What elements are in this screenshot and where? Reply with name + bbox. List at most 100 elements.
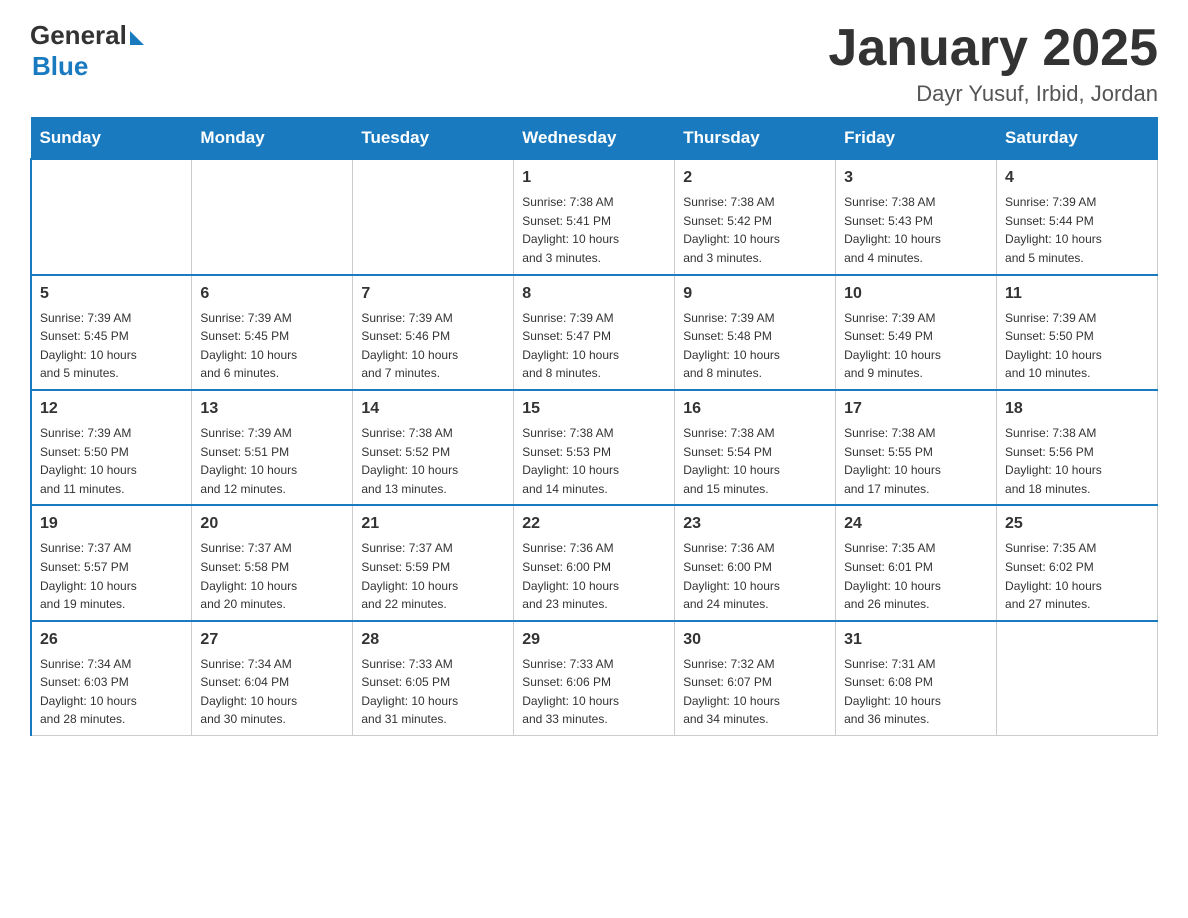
day-number: 31 [844, 628, 988, 652]
day-number: 7 [361, 282, 505, 306]
day-number: 6 [200, 282, 344, 306]
calendar-cell: 31 Sunrise: 7:31 AMSunset: 6:08 PMDayligh… [836, 621, 997, 736]
calendar-cell: 4Sunrise: 7:39 AMSunset: 5:44 PMDaylight… [997, 159, 1158, 274]
day-info: Sunrise: 7:32 AMSunset: 6:07 PMDaylight:… [683, 655, 827, 729]
day-number: 17 [844, 397, 988, 421]
day-number: 25 [1005, 512, 1149, 536]
day-number: 13 [200, 397, 344, 421]
calendar-cell: 16 Sunrise: 7:38 AMSunset: 5:54 PMDayligh… [675, 390, 836, 505]
day-number: 18 [1005, 397, 1149, 421]
day-info: Sunrise: 7:39 AMSunset: 5:50 PMDaylight:… [1005, 309, 1149, 383]
logo-general-text: General [30, 20, 127, 51]
day-number: 1 [522, 166, 666, 190]
calendar-cell: 28 Sunrise: 7:33 AMSunset: 6:05 PMDayligh… [353, 621, 514, 736]
calendar-cell: 9Sunrise: 7:39 AMSunset: 5:48 PMDaylight… [675, 275, 836, 390]
calendar-header-monday: Monday [192, 118, 353, 160]
calendar-cell: 1 Sunrise: 7:38 AMSunset: 5:41 PMDaylight… [514, 159, 675, 274]
calendar-cell: 6Sunrise: 7:39 AMSunset: 5:45 PMDaylight… [192, 275, 353, 390]
calendar-cell [31, 159, 192, 274]
calendar-cell: 17 Sunrise: 7:38 AMSunset: 5:55 PMDayligh… [836, 390, 997, 505]
day-number: 28 [361, 628, 505, 652]
day-info: Sunrise: 7:39 AMSunset: 5:44 PMDaylight:… [1005, 193, 1149, 267]
calendar-cell: 22 Sunrise: 7:36 AMSunset: 6:00 PMDayligh… [514, 505, 675, 620]
logo-blue-text: Blue [32, 51, 88, 82]
day-info: Sunrise: 7:38 AMSunset: 5:53 PMDaylight:… [522, 424, 666, 498]
calendar-cell: 18Sunrise: 7:38 AMSunset: 5:56 PMDayligh… [997, 390, 1158, 505]
day-number: 10 [844, 282, 988, 306]
day-info: Sunrise: 7:37 AMSunset: 5:58 PMDaylight:… [200, 539, 344, 613]
day-number: 22 [522, 512, 666, 536]
calendar-header-tuesday: Tuesday [353, 118, 514, 160]
day-info: Sunrise: 7:35 AMSunset: 6:01 PMDaylight:… [844, 539, 988, 613]
day-number: 27 [200, 628, 344, 652]
calendar-cell: 25 Sunrise: 7:35 AMSunset: 6:02 PMDayligh… [997, 505, 1158, 620]
logo: General Blue [30, 20, 144, 82]
title-block: January 2025 Dayr Yusuf, Irbid, Jordan [828, 20, 1158, 107]
calendar-cell [353, 159, 514, 274]
calendar-table: SundayMondayTuesdayWednesdayThursdayFrid… [30, 117, 1158, 736]
calendar-title: January 2025 [828, 20, 1158, 77]
calendar-cell: 20 Sunrise: 7:37 AMSunset: 5:58 PMDayligh… [192, 505, 353, 620]
day-number: 29 [522, 628, 666, 652]
calendar-cell: 12 Sunrise: 7:39 AMSunset: 5:50 PMDayligh… [31, 390, 192, 505]
calendar-header-row: SundayMondayTuesdayWednesdayThursdayFrid… [31, 118, 1158, 160]
day-number: 21 [361, 512, 505, 536]
calendar-week-row: 12 Sunrise: 7:39 AMSunset: 5:50 PMDayligh… [31, 390, 1158, 505]
day-info: Sunrise: 7:38 AMSunset: 5:41 PMDaylight:… [522, 193, 666, 267]
calendar-cell: 14 Sunrise: 7:38 AMSunset: 5:52 PMDayligh… [353, 390, 514, 505]
calendar-cell: 15 Sunrise: 7:38 AMSunset: 5:53 PMDayligh… [514, 390, 675, 505]
calendar-subtitle: Dayr Yusuf, Irbid, Jordan [828, 81, 1158, 107]
calendar-cell: 3Sunrise: 7:38 AMSunset: 5:43 PMDaylight… [836, 159, 997, 274]
day-info: Sunrise: 7:31 AMSunset: 6:08 PMDaylight:… [844, 655, 988, 729]
day-info: Sunrise: 7:34 AMSunset: 6:03 PMDaylight:… [40, 655, 183, 729]
day-number: 19 [40, 512, 183, 536]
day-info: Sunrise: 7:39 AMSunset: 5:46 PMDaylight:… [361, 309, 505, 383]
calendar-week-row: 26 Sunrise: 7:34 AMSunset: 6:03 PMDayligh… [31, 621, 1158, 736]
day-number: 26 [40, 628, 183, 652]
day-info: Sunrise: 7:34 AMSunset: 6:04 PMDaylight:… [200, 655, 344, 729]
day-info: Sunrise: 7:39 AMSunset: 5:47 PMDaylight:… [522, 309, 666, 383]
calendar-cell: 13Sunrise: 7:39 AMSunset: 5:51 PMDayligh… [192, 390, 353, 505]
calendar-cell: 7 Sunrise: 7:39 AMSunset: 5:46 PMDaylight… [353, 275, 514, 390]
day-number: 11 [1005, 282, 1149, 306]
calendar-cell: 26 Sunrise: 7:34 AMSunset: 6:03 PMDayligh… [31, 621, 192, 736]
calendar-cell: 5 Sunrise: 7:39 AMSunset: 5:45 PMDaylight… [31, 275, 192, 390]
day-info: Sunrise: 7:38 AMSunset: 5:52 PMDaylight:… [361, 424, 505, 498]
day-number: 5 [40, 282, 183, 306]
calendar-header-thursday: Thursday [675, 118, 836, 160]
calendar-cell: 19Sunrise: 7:37 AMSunset: 5:57 PMDayligh… [31, 505, 192, 620]
calendar-header-wednesday: Wednesday [514, 118, 675, 160]
day-info: Sunrise: 7:36 AMSunset: 6:00 PMDaylight:… [683, 539, 827, 613]
calendar-header-friday: Friday [836, 118, 997, 160]
calendar-cell: 10Sunrise: 7:39 AMSunset: 5:49 PMDayligh… [836, 275, 997, 390]
day-info: Sunrise: 7:35 AMSunset: 6:02 PMDaylight:… [1005, 539, 1149, 613]
logo-triangle-icon [130, 31, 144, 45]
day-number: 15 [522, 397, 666, 421]
day-number: 12 [40, 397, 183, 421]
day-number: 20 [200, 512, 344, 536]
calendar-cell: 11 Sunrise: 7:39 AMSunset: 5:50 PMDayligh… [997, 275, 1158, 390]
calendar-cell: 21Sunrise: 7:37 AMSunset: 5:59 PMDayligh… [353, 505, 514, 620]
calendar-cell: 29 Sunrise: 7:33 AMSunset: 6:06 PMDayligh… [514, 621, 675, 736]
calendar-cell: 23 Sunrise: 7:36 AMSunset: 6:00 PMDayligh… [675, 505, 836, 620]
day-number: 30 [683, 628, 827, 652]
calendar-cell: 2Sunrise: 7:38 AMSunset: 5:42 PMDaylight… [675, 159, 836, 274]
day-number: 14 [361, 397, 505, 421]
day-number: 23 [683, 512, 827, 536]
day-info: Sunrise: 7:38 AMSunset: 5:55 PMDaylight:… [844, 424, 988, 498]
day-number: 16 [683, 397, 827, 421]
calendar-header-saturday: Saturday [997, 118, 1158, 160]
day-info: Sunrise: 7:36 AMSunset: 6:00 PMDaylight:… [522, 539, 666, 613]
day-info: Sunrise: 7:39 AMSunset: 5:45 PMDaylight:… [40, 309, 183, 383]
calendar-header-sunday: Sunday [31, 118, 192, 160]
day-info: Sunrise: 7:39 AMSunset: 5:48 PMDaylight:… [683, 309, 827, 383]
day-info: Sunrise: 7:39 AMSunset: 5:50 PMDaylight:… [40, 424, 183, 498]
day-info: Sunrise: 7:33 AMSunset: 6:06 PMDaylight:… [522, 655, 666, 729]
calendar-week-row: 1 Sunrise: 7:38 AMSunset: 5:41 PMDaylight… [31, 159, 1158, 274]
day-info: Sunrise: 7:38 AMSunset: 5:43 PMDaylight:… [844, 193, 988, 267]
day-number: 8 [522, 282, 666, 306]
day-info: Sunrise: 7:33 AMSunset: 6:05 PMDaylight:… [361, 655, 505, 729]
calendar-cell [192, 159, 353, 274]
calendar-week-row: 19Sunrise: 7:37 AMSunset: 5:57 PMDayligh… [31, 505, 1158, 620]
day-info: Sunrise: 7:38 AMSunset: 5:54 PMDaylight:… [683, 424, 827, 498]
